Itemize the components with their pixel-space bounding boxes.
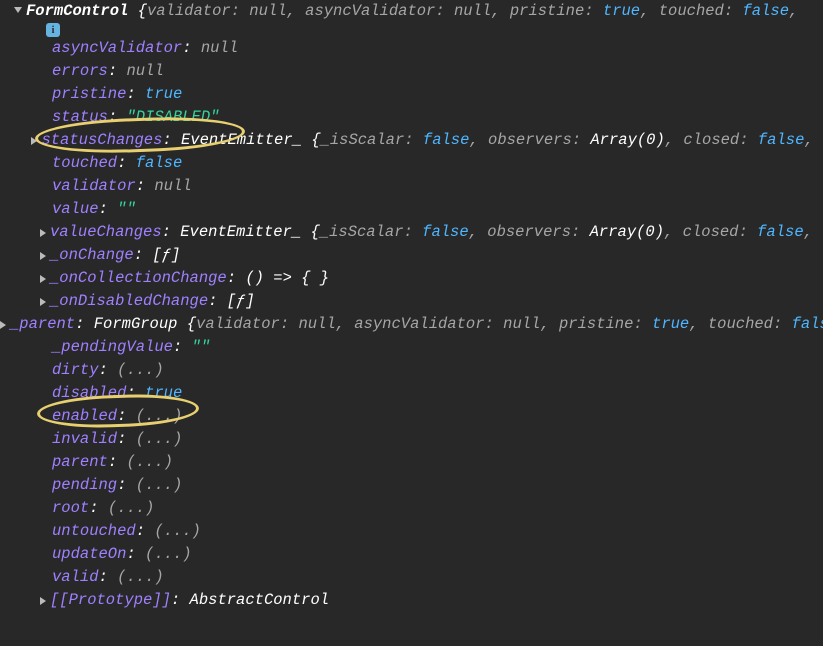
property-key: parent [52,451,108,474]
class-name: FormControl [26,0,128,23]
property-key: dirty [52,359,99,382]
property-value: (...) [154,520,201,543]
property-key: valid [52,566,99,589]
property-key: updateOn [52,543,126,566]
property-row-enabled[interactable]: enabled: (...) [0,405,823,428]
property-value: (...) [126,451,173,474]
property-value: "" [117,198,136,221]
property-row-root[interactable]: root: (...) [0,497,823,520]
property-row-asyncvalidator[interactable]: asyncValidator: null [0,37,823,60]
expand-toggle-icon[interactable] [40,275,46,283]
property-row-errors[interactable]: errors: null [0,60,823,83]
property-key: valueChanges [50,221,162,244]
property-row-updateon[interactable]: updateOn: (...) [0,543,823,566]
property-value: null [126,60,163,83]
property-key: asyncValidator [52,37,182,60]
property-key: status [52,106,108,129]
expand-toggle-icon[interactable] [40,298,46,306]
property-value: false [136,152,183,175]
property-row-pristine[interactable]: pristine: true [0,83,823,106]
property-key: _pendingValue [52,336,173,359]
property-key: disabled [52,382,126,405]
property-value: null [154,175,191,198]
property-key: _parent [10,313,75,336]
property-row-disabled[interactable]: disabled: true [0,382,823,405]
property-value: (...) [136,474,183,497]
property-row-dirty[interactable]: dirty: (...) [0,359,823,382]
property-key: untouched [52,520,136,543]
property-row-invalid[interactable]: invalid: (...) [0,428,823,451]
property-value: "DISABLED" [126,106,219,129]
property-key: enabled [52,405,117,428]
property-row-prototype[interactable]: [[Prototype]]: AbstractControl [0,589,823,612]
object-header[interactable]: FormControl {validator: null, asyncValid… [0,0,823,23]
property-value: "" [192,336,211,359]
property-row-_pendingvalue[interactable]: _pendingValue: "" [0,336,823,359]
property-key: errors [52,60,108,83]
property-row-_parent[interactable]: _parent: FormGroup {validator: null, asy… [0,313,823,336]
expand-toggle-icon[interactable] [40,597,46,605]
property-key: pristine [52,83,126,106]
property-value: null [201,37,238,60]
property-row-valid[interactable]: valid: (...) [0,566,823,589]
property-row-valuechanges[interactable]: valueChanges: EventEmitter_ {_isScalar: … [0,221,823,244]
property-row-pending[interactable]: pending: (...) [0,474,823,497]
property-key: [[Prototype]] [50,589,171,612]
property-key: _onChange [50,244,134,267]
property-value: true [145,83,182,106]
expand-toggle-icon[interactable] [31,137,37,145]
expand-toggle-icon[interactable] [40,229,46,237]
expand-toggle-icon[interactable] [14,7,22,17]
property-key: _onDisabledChange [50,290,208,313]
property-value: (...) [136,405,183,428]
property-key: statusChanges [41,129,162,152]
property-row-status[interactable]: status: "DISABLED" [0,106,823,129]
info-icon[interactable]: i [46,23,60,37]
property-row-_onchange[interactable]: _onChange: [ƒ] [0,244,823,267]
property-row-validator[interactable]: validator: null [0,175,823,198]
property-row-_oncollectionchange[interactable]: _onCollectionChange: () => { } [0,267,823,290]
property-key: _onCollectionChange [50,267,227,290]
property-key: root [52,497,89,520]
property-row-_ondisabledchange[interactable]: _onDisabledChange: [ƒ] [0,290,823,313]
info-row: i [0,23,823,37]
property-row-statuschanges[interactable]: statusChanges: EventEmitter_ {_isScalar:… [0,129,823,152]
property-key: validator [52,175,136,198]
property-key: invalid [52,428,117,451]
expand-toggle-icon[interactable] [40,252,46,260]
property-value: (...) [108,497,155,520]
property-value: AbstractControl [190,589,330,612]
property-key: touched [52,152,117,175]
property-value: (...) [145,543,192,566]
property-value: (...) [117,359,164,382]
property-row-touched[interactable]: touched: false [0,152,823,175]
property-key: pending [52,474,117,497]
property-row-parent[interactable]: parent: (...) [0,451,823,474]
property-key: value [52,198,99,221]
property-row-untouched[interactable]: untouched: (...) [0,520,823,543]
property-row-value[interactable]: value: "" [0,198,823,221]
property-value: (...) [117,566,164,589]
property-value: () => { } [245,267,329,290]
property-value: (...) [136,428,183,451]
property-value: true [145,382,182,405]
expand-toggle-icon[interactable] [0,321,6,329]
